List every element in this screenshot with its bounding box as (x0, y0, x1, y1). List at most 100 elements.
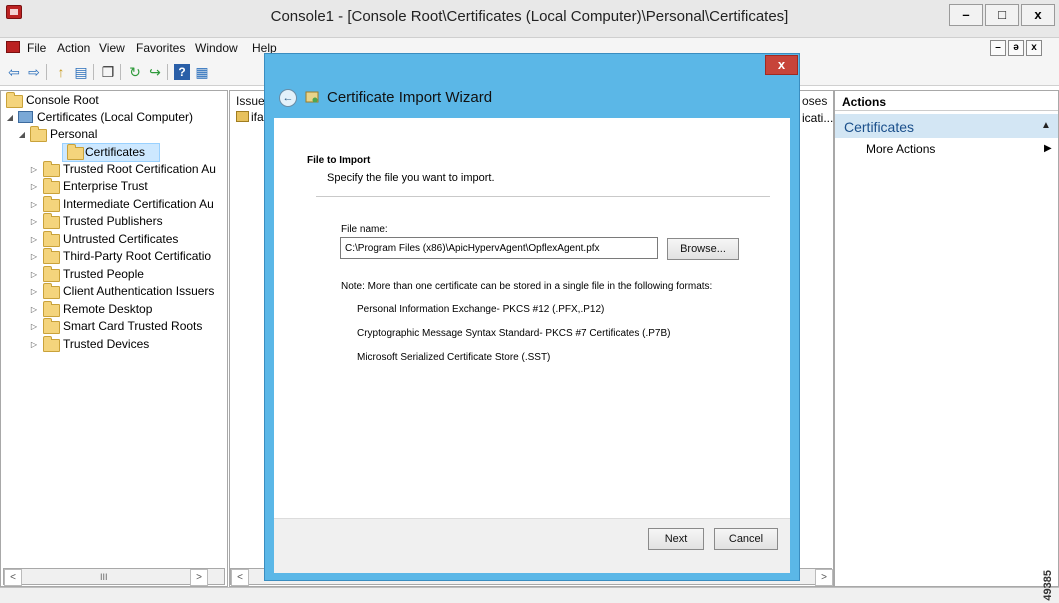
copy-icon[interactable]: ❐ (100, 64, 116, 80)
mdi-restore-button[interactable]: ə (1008, 40, 1024, 56)
wizard-back-button[interactable]: ← (279, 89, 297, 107)
collapsed-arrow-icon[interactable]: ▷ (29, 213, 39, 230)
folder-icon (43, 318, 60, 334)
collapsed-arrow-icon[interactable]: ▷ (29, 196, 39, 213)
mdi-minimize-button[interactable]: – (990, 40, 1006, 56)
forward-arrow-icon[interactable]: ⇨ (26, 64, 42, 80)
collapsed-arrow-icon[interactable]: ▷ (29, 266, 39, 283)
expand-arrow-icon[interactable]: ◢ (5, 109, 15, 126)
tree-item-label: Personal (50, 127, 98, 141)
show-hide-tree-icon[interactable]: ▤ (73, 64, 89, 80)
expand-arrow-icon[interactable]: ◢ (17, 126, 27, 143)
next-button[interactable]: Next (648, 528, 704, 550)
collapsed-arrow-icon[interactable]: ▷ (29, 231, 39, 248)
collapsed-arrow-icon[interactable]: ▷ (29, 301, 39, 318)
certificate-icon (236, 111, 249, 122)
collapse-arrow-icon[interactable]: ▲ (1041, 120, 1051, 131)
close-window-button[interactable]: x (1021, 4, 1055, 26)
folder-icon (43, 336, 60, 352)
cancel-button[interactable]: Cancel (714, 528, 778, 550)
help-icon[interactable]: ? (174, 64, 190, 80)
menu-window[interactable]: Window (195, 41, 238, 55)
dialog-title: Certificate Import Wizard (327, 89, 493, 106)
actions-group-certificates[interactable]: Certificates ▲ (835, 114, 1058, 138)
tree-item-label: Client Authentication Issuers (63, 284, 215, 298)
folder-icon (30, 126, 47, 142)
up-folder-icon[interactable]: ↑ (53, 64, 69, 80)
actions-group-label: Certificates (844, 119, 915, 135)
mdi-close-button[interactable]: x (1026, 40, 1042, 56)
tree-item-label: Trusted Devices (63, 337, 150, 351)
menu-file[interactable]: File (27, 41, 46, 55)
tree-horizontal-scrollbar[interactable]: < III > (3, 568, 225, 586)
section-divider (316, 196, 770, 197)
tree-item-certificates-selected[interactable]: Certificates (62, 143, 160, 162)
folder-icon (43, 283, 60, 299)
menu-favorites[interactable]: Favorites (136, 41, 185, 55)
menu-action[interactable]: Action (57, 41, 90, 55)
collapsed-arrow-icon[interactable]: ▷ (29, 161, 39, 178)
back-arrow-icon[interactable]: ⇦ (6, 64, 22, 80)
format-pfx: Personal Information Exchange- PKCS #12 … (357, 304, 605, 315)
tree-item-label: Trusted People (63, 267, 144, 281)
submenu-arrow-icon[interactable]: ▶ (1044, 143, 1052, 154)
tree-item-label: Remote Desktop (63, 302, 153, 316)
browse-button[interactable]: Browse... (667, 238, 739, 260)
folder-icon (43, 213, 60, 229)
computer-icon (18, 111, 33, 123)
console-menu-icon[interactable] (6, 41, 20, 53)
toolbar-separator (167, 64, 168, 80)
tree-item-label: Certificates (85, 145, 146, 159)
figure-number: 49385 (1042, 570, 1054, 601)
menu-view[interactable]: View (99, 41, 125, 55)
section-description: Specify the file you want to import. (327, 172, 495, 184)
tree-item-label: Intermediate Certification Au (63, 197, 214, 211)
scroll-right-button[interactable]: > (190, 569, 208, 586)
collapsed-arrow-icon[interactable]: ▷ (29, 178, 39, 195)
folder-icon (43, 301, 60, 317)
toolbar-separator (120, 64, 121, 80)
dialog-close-button[interactable]: x (765, 55, 798, 75)
tree-item-label: Smart Card Trusted Roots (63, 319, 203, 333)
certificate-wizard-icon (305, 91, 319, 103)
actions-pane (834, 90, 1059, 587)
status-bar (0, 587, 1059, 603)
folder-icon (43, 178, 60, 194)
file-name-input[interactable] (340, 237, 658, 259)
collapsed-arrow-icon[interactable]: ▷ (29, 248, 39, 265)
collapsed-arrow-icon[interactable]: ▷ (29, 336, 39, 353)
tree-item-label: Trusted Publishers (63, 214, 163, 228)
actions-header: Actions (835, 91, 1058, 111)
file-name-label: File name: (341, 224, 388, 235)
scroll-thumb[interactable]: III (100, 572, 108, 582)
scroll-left-button[interactable]: < (4, 569, 22, 586)
tree-item-label: Certificates (Local Computer) (37, 110, 194, 124)
folder-icon (43, 248, 60, 264)
tree-item-label: Trusted Root Certification Au (63, 162, 216, 176)
more-actions-label: More Actions (866, 142, 936, 156)
folder-icon (43, 196, 60, 212)
certificate-row-purposes[interactable]: icati... (802, 111, 833, 125)
scroll-left-button[interactable]: < (231, 569, 249, 586)
export-list-icon[interactable]: ↪ (147, 64, 163, 80)
refresh-icon[interactable]: ↻ (127, 64, 143, 80)
column-header-intended-purposes[interactable]: oses (802, 94, 827, 112)
certificate-row-issued-to[interactable]: ifa (251, 110, 264, 124)
format-sst: Microsoft Serialized Certificate Store (… (357, 352, 551, 363)
folder-icon (67, 144, 84, 160)
wizard-footer (274, 518, 790, 573)
tree-item-label: Third-Party Root Certificatio (63, 249, 212, 263)
minimize-button[interactable]: – (949, 4, 983, 26)
scroll-right-button[interactable]: > (815, 569, 833, 586)
tree-item-label: Untrusted Certificates (63, 232, 179, 246)
window-title: Console1 - [Console Root\Certificates (L… (270, 8, 789, 25)
collapsed-arrow-icon[interactable]: ▷ (29, 283, 39, 300)
more-actions-item[interactable]: More Actions (866, 142, 935, 156)
collapsed-arrow-icon[interactable]: ▷ (29, 318, 39, 335)
tree-item-label: Enterprise Trust (63, 179, 148, 193)
tree-item-label: Console Root (26, 93, 99, 107)
maximize-button[interactable]: □ (985, 4, 1019, 26)
formats-note: Note: More than one certificate can be s… (341, 281, 713, 292)
section-heading: File to Import (307, 155, 371, 166)
properties-icon[interactable]: ▦ (194, 64, 210, 80)
